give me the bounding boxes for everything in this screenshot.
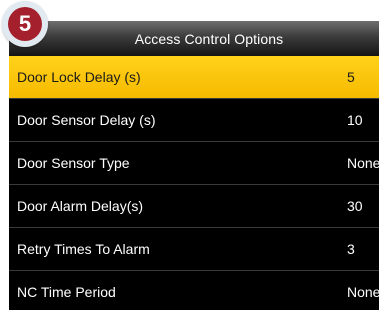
option-door-sensor-type[interactable]: Door Sensor Type None	[9, 142, 379, 185]
option-label: Door Sensor Type	[17, 155, 130, 171]
option-value: None	[347, 284, 379, 300]
step-number: 5	[8, 7, 42, 41]
option-value: None	[347, 155, 379, 171]
option-door-sensor-delay[interactable]: Door Sensor Delay (s) 10	[9, 99, 379, 142]
option-value: 5	[347, 69, 355, 85]
options-list: Door Lock Delay (s) 5 Door Sensor Delay …	[9, 56, 379, 310]
option-label: Door Alarm Delay(s)	[17, 198, 144, 214]
device-screen: Access Control Options Door Lock Delay (…	[9, 21, 379, 310]
option-value: 3	[347, 241, 355, 257]
option-label: Door Lock Delay (s)	[17, 69, 141, 85]
option-value: 30	[347, 198, 363, 214]
option-nc-time-period[interactable]: NC Time Period None	[9, 271, 379, 310]
option-value: 10	[347, 112, 363, 128]
page-title: Access Control Options	[134, 31, 284, 47]
option-door-lock-delay[interactable]: Door Lock Delay (s) 5	[9, 56, 379, 99]
option-label: Retry Times To Alarm	[17, 241, 150, 257]
option-retry-times-to-alarm[interactable]: Retry Times To Alarm 3	[9, 228, 379, 271]
step-number-badge: 5	[2, 1, 48, 47]
title-bar: Access Control Options	[9, 21, 379, 57]
option-label: NC Time Period	[17, 284, 116, 300]
option-door-alarm-delay[interactable]: Door Alarm Delay(s) 30	[9, 185, 379, 228]
option-label: Door Sensor Delay (s)	[17, 112, 156, 128]
